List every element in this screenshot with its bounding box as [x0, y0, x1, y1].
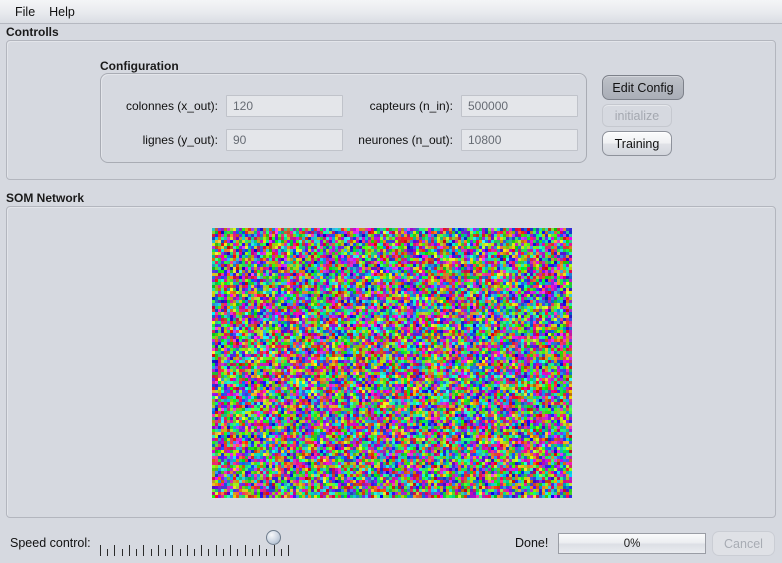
- slider-tick: [230, 545, 232, 556]
- som-network-panel-title: SOM Network: [6, 191, 85, 205]
- edit-config-button[interactable]: Edit Config: [602, 75, 684, 100]
- slider-tick: [201, 545, 203, 556]
- input-lignes-y-out[interactable]: 90: [226, 129, 343, 151]
- label-colonnes: colonnes (x_out):: [125, 99, 218, 113]
- label-lignes: lignes (y_out):: [142, 133, 218, 147]
- slider-tick: [114, 545, 116, 556]
- label-capteurs: capteurs (n_in):: [369, 99, 453, 113]
- field-row-neurones: neurones (n_out): 10800: [345, 129, 578, 151]
- slider-tick: [280, 549, 282, 556]
- slider-tick: [186, 545, 188, 556]
- speed-control-label: Speed control:: [10, 536, 91, 550]
- menu-item-file[interactable]: File: [8, 3, 42, 21]
- slider-thumb[interactable]: [265, 530, 281, 545]
- slider-tick: [150, 549, 152, 556]
- slider-tick: [244, 545, 246, 556]
- field-row-colonnes: colonnes (x_out): 120: [110, 95, 343, 117]
- training-button[interactable]: Training: [602, 131, 672, 156]
- slider-tick: [259, 545, 261, 556]
- slider-tick: [165, 549, 167, 556]
- slider-tick: [208, 549, 210, 556]
- controls-panel-title: Controlls: [6, 25, 59, 39]
- menu-item-help[interactable]: Help: [42, 3, 82, 21]
- slider-tick: [121, 549, 123, 556]
- slider-tick: [222, 549, 224, 556]
- slider-tick: [194, 549, 195, 556]
- slider-tick: [172, 545, 174, 556]
- status-done-label: Done!: [515, 536, 549, 550]
- slider-tick-marks: [100, 545, 289, 556]
- initialize-button: initialize: [602, 104, 672, 127]
- slider-tick: [288, 545, 289, 556]
- slider-tick: [273, 545, 275, 556]
- input-colonnes-x-out[interactable]: 120: [226, 95, 343, 117]
- slider-tick: [215, 545, 217, 556]
- progress-bar: 0%: [558, 533, 706, 554]
- menu-bar: File Help: [0, 0, 782, 24]
- field-row-lignes: lignes (y_out): 90: [110, 129, 343, 151]
- slider-tick: [107, 549, 109, 556]
- slider-tick: [251, 549, 253, 556]
- slider-tick: [266, 549, 268, 556]
- label-neurones: neurones (n_out):: [358, 133, 453, 147]
- slider-tick: [237, 549, 239, 556]
- slider-tick: [143, 545, 145, 556]
- progress-bar-value: 0%: [623, 537, 641, 550]
- slider-tick: [136, 549, 138, 556]
- slider-tick: [128, 545, 130, 556]
- field-row-capteurs: capteurs (n_in): 500000: [345, 95, 578, 117]
- cancel-button: Cancel: [712, 531, 775, 556]
- slider-tick: [100, 545, 101, 556]
- input-capteurs-n-in[interactable]: 500000: [461, 95, 578, 117]
- input-neurones-n-out[interactable]: 10800: [461, 129, 578, 151]
- speed-control-slider[interactable]: [100, 530, 289, 558]
- slider-tick: [179, 549, 181, 556]
- configuration-group-title: Configuration: [100, 59, 179, 73]
- slider-tick: [157, 545, 159, 556]
- som-network-map: [212, 228, 572, 498]
